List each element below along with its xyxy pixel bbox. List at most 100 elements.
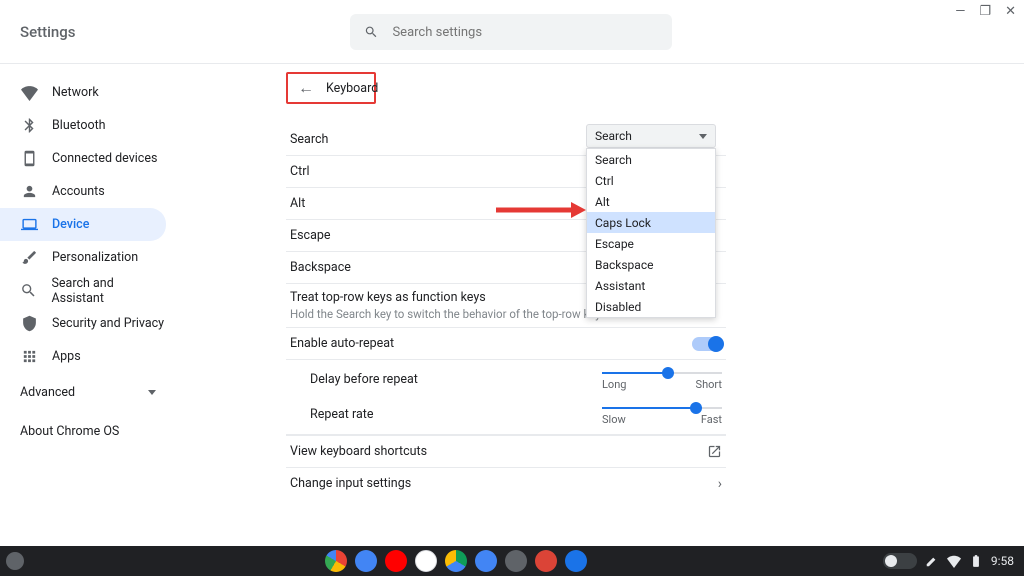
app-title: Settings — [20, 23, 76, 41]
shelf-app-icon[interactable] — [325, 550, 347, 572]
wifi-icon — [947, 554, 961, 568]
main-content: ← Keyboard Search Ctrl Alt Escape Backsp… — [190, 64, 1024, 546]
wifi-icon — [20, 84, 38, 102]
shelf-app-icon[interactable] — [535, 550, 557, 572]
sidebar-item-search-assistant[interactable]: Search and Assistant — [0, 274, 166, 307]
sidebar-item-network[interactable]: Network — [0, 76, 166, 109]
dropdown-option[interactable]: Alt — [587, 191, 715, 212]
subpage-header: ← Keyboard — [286, 72, 376, 104]
shelf-app-icon[interactable] — [415, 550, 437, 572]
notification-pill[interactable] — [883, 553, 917, 569]
auto-repeat-row: Enable auto-repeat — [286, 328, 726, 360]
sidebar-item-label: Security and Privacy — [52, 316, 164, 331]
stylus-icon — [925, 554, 939, 568]
sidebar-item-label: Search and Assistant — [52, 276, 167, 306]
key-label: Backspace — [290, 260, 351, 275]
device-icon — [20, 150, 38, 168]
sidebar-item-label: Personalization — [52, 250, 138, 265]
sidebar-item-label: Device — [52, 217, 89, 232]
function-keys-subtitle: Hold the Search key to switch the behavi… — [290, 307, 607, 321]
key-label: Alt — [290, 196, 305, 211]
delay-label: Delay before repeat — [310, 372, 490, 387]
sidebar-item-label: Connected devices — [52, 151, 157, 166]
advanced-label: Advanced — [20, 385, 75, 400]
sidebar-item-label: Apps — [52, 349, 81, 364]
view-shortcuts-label: View keyboard shortcuts — [290, 444, 427, 459]
app-header: Settings — [0, 0, 1024, 64]
dropdown-option[interactable]: Ctrl — [587, 170, 715, 191]
delay-min-label: Long — [602, 378, 626, 391]
dropdown-option[interactable]: Assistant — [587, 275, 715, 296]
rate-label: Repeat rate — [310, 407, 490, 422]
sidebar-item-label: Network — [52, 85, 99, 100]
sidebar-item-apps[interactable]: Apps — [0, 340, 166, 373]
key-label: Ctrl — [290, 164, 310, 179]
status-area[interactable]: 9:58 — [883, 553, 1024, 569]
shelf-app-icon[interactable] — [505, 550, 527, 572]
shelf-app-icon[interactable] — [385, 550, 407, 572]
key-label: Escape — [290, 228, 331, 243]
auto-repeat-toggle[interactable] — [692, 337, 722, 351]
delay-slider-row: Delay before repeat Long Short — [286, 360, 726, 395]
shelf-apps — [30, 550, 883, 572]
person-icon — [20, 183, 38, 201]
launcher-button[interactable] — [0, 552, 30, 570]
bluetooth-icon — [20, 117, 38, 135]
dropdown-selected[interactable]: Search — [586, 124, 716, 148]
open-external-icon — [707, 444, 722, 459]
sidebar-advanced[interactable]: Advanced — [0, 373, 190, 412]
sidebar-item-label: Accounts — [52, 184, 105, 199]
chevron-down-icon — [699, 134, 707, 139]
clock: 9:58 — [991, 554, 1014, 568]
laptop-icon — [20, 216, 38, 234]
search-icon — [20, 282, 38, 300]
dropdown-option[interactable]: Search — [587, 149, 715, 170]
sidebar: Network Bluetooth Connected devices Acco… — [0, 64, 190, 546]
about-label: About Chrome OS — [20, 424, 119, 439]
change-input-link[interactable]: Change input settings › — [286, 467, 726, 499]
chevron-down-icon — [148, 390, 156, 395]
search-box[interactable] — [350, 14, 672, 50]
sidebar-about[interactable]: About Chrome OS — [0, 412, 190, 451]
sidebar-item-connected-devices[interactable]: Connected devices — [0, 142, 166, 175]
dropdown-option[interactable]: Disabled — [587, 296, 715, 317]
search-icon — [364, 24, 378, 40]
battery-icon — [969, 554, 983, 568]
rate-min-label: Slow — [602, 413, 626, 426]
sidebar-item-security-privacy[interactable]: Security and Privacy — [0, 307, 166, 340]
sidebar-item-label: Bluetooth — [52, 118, 106, 133]
subpage-title: Keyboard — [326, 81, 378, 96]
shelf: 9:58 — [0, 546, 1024, 576]
key-label: Search — [290, 132, 328, 147]
shelf-app-icon[interactable] — [565, 550, 587, 572]
shelf-app-icon[interactable] — [475, 550, 497, 572]
shelf-app-icon[interactable] — [355, 550, 377, 572]
keyboard-panel: ← Keyboard Search Ctrl Alt Escape Backsp… — [286, 64, 726, 546]
apps-icon — [20, 348, 38, 366]
search-input[interactable] — [392, 25, 658, 40]
dropdown-option[interactable]: Escape — [587, 233, 715, 254]
dropdown-selected-label: Search — [595, 129, 632, 143]
change-input-label: Change input settings — [290, 476, 411, 491]
sidebar-item-bluetooth[interactable]: Bluetooth — [0, 109, 166, 142]
sidebar-item-personalization[interactable]: Personalization — [0, 241, 166, 274]
function-keys-title: Treat top-row keys as function keys — [290, 290, 486, 305]
shield-icon — [20, 315, 38, 333]
rate-slider[interactable] — [602, 407, 722, 409]
brush-icon — [20, 249, 38, 267]
rate-max-label: Fast — [701, 413, 722, 426]
view-shortcuts-link[interactable]: View keyboard shortcuts — [286, 435, 726, 467]
shelf-app-icon[interactable] — [445, 550, 467, 572]
dropdown-option[interactable]: Caps Lock — [587, 212, 715, 233]
delay-max-label: Short — [696, 378, 722, 391]
search-key-dropdown: Search Search Ctrl Alt Caps Lock Escape … — [586, 124, 716, 318]
sidebar-item-device[interactable]: Device — [0, 208, 166, 241]
dropdown-list: Search Ctrl Alt Caps Lock Escape Backspa… — [586, 148, 716, 318]
delay-slider[interactable] — [602, 372, 722, 374]
sidebar-item-accounts[interactable]: Accounts — [0, 175, 166, 208]
auto-repeat-label: Enable auto-repeat — [290, 336, 394, 351]
chevron-right-icon: › — [718, 476, 722, 492]
dropdown-option[interactable]: Backspace — [587, 254, 715, 275]
back-arrow-icon[interactable]: ← — [298, 78, 314, 98]
rate-slider-row: Repeat rate Slow Fast — [286, 395, 726, 435]
